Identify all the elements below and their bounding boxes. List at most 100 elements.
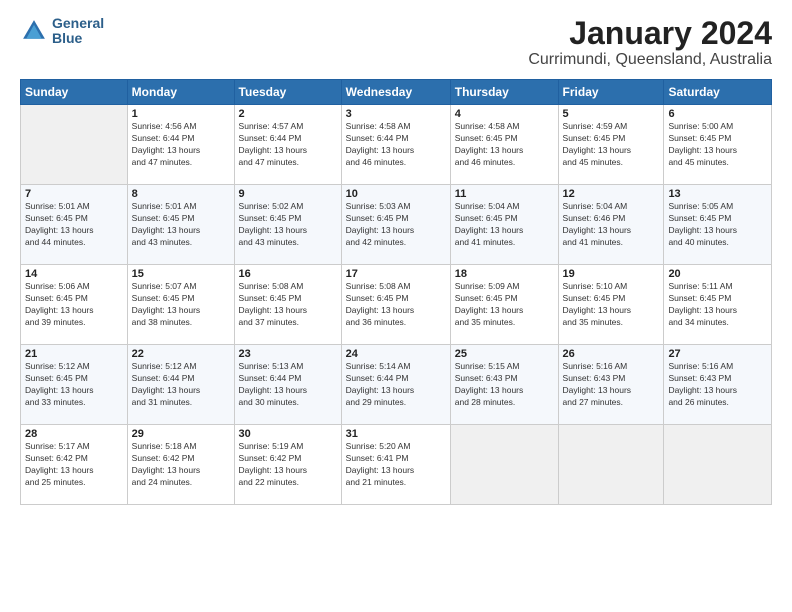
day-info: Sunrise: 5:04 AMSunset: 6:45 PMDaylight:… xyxy=(455,201,554,249)
calendar-cell: 8Sunrise: 5:01 AMSunset: 6:45 PMDaylight… xyxy=(127,185,234,265)
day-number: 25 xyxy=(455,348,554,360)
day-info: Sunrise: 5:16 AMSunset: 6:43 PMDaylight:… xyxy=(563,361,660,409)
page-container: General Blue January 2024 Currimundi, Qu… xyxy=(0,0,792,515)
calendar-cell: 30Sunrise: 5:19 AMSunset: 6:42 PMDayligh… xyxy=(234,425,341,505)
calendar-cell: 7Sunrise: 5:01 AMSunset: 6:45 PMDaylight… xyxy=(21,185,128,265)
weekday-header-sunday: Sunday xyxy=(21,80,128,105)
day-number: 17 xyxy=(346,268,446,280)
calendar-cell: 6Sunrise: 5:00 AMSunset: 6:45 PMDaylight… xyxy=(664,105,772,185)
weekday-header-row: SundayMondayTuesdayWednesdayThursdayFrid… xyxy=(21,80,772,105)
calendar-table: SundayMondayTuesdayWednesdayThursdayFrid… xyxy=(20,79,772,505)
week-row-2: 7Sunrise: 5:01 AMSunset: 6:45 PMDaylight… xyxy=(21,185,772,265)
day-number: 6 xyxy=(668,108,767,120)
calendar-cell: 20Sunrise: 5:11 AMSunset: 6:45 PMDayligh… xyxy=(664,265,772,345)
day-number: 13 xyxy=(668,188,767,200)
day-number: 10 xyxy=(346,188,446,200)
week-row-1: 1Sunrise: 4:56 AMSunset: 6:44 PMDaylight… xyxy=(21,105,772,185)
calendar-cell: 27Sunrise: 5:16 AMSunset: 6:43 PMDayligh… xyxy=(664,345,772,425)
day-number: 12 xyxy=(563,188,660,200)
day-info: Sunrise: 5:04 AMSunset: 6:46 PMDaylight:… xyxy=(563,201,660,249)
calendar-cell: 9Sunrise: 5:02 AMSunset: 6:45 PMDaylight… xyxy=(234,185,341,265)
weekday-header-saturday: Saturday xyxy=(664,80,772,105)
calendar-cell: 12Sunrise: 5:04 AMSunset: 6:46 PMDayligh… xyxy=(558,185,664,265)
day-number: 2 xyxy=(239,108,337,120)
calendar-cell: 11Sunrise: 5:04 AMSunset: 6:45 PMDayligh… xyxy=(450,185,558,265)
calendar-cell: 17Sunrise: 5:08 AMSunset: 6:45 PMDayligh… xyxy=(341,265,450,345)
day-number: 30 xyxy=(239,428,337,440)
day-info: Sunrise: 5:20 AMSunset: 6:41 PMDaylight:… xyxy=(346,441,446,489)
day-info: Sunrise: 5:01 AMSunset: 6:45 PMDaylight:… xyxy=(25,201,123,249)
day-info: Sunrise: 4:58 AMSunset: 6:45 PMDaylight:… xyxy=(455,121,554,169)
day-number: 20 xyxy=(668,268,767,280)
day-number: 14 xyxy=(25,268,123,280)
day-number: 18 xyxy=(455,268,554,280)
day-number: 19 xyxy=(563,268,660,280)
day-info: Sunrise: 5:09 AMSunset: 6:45 PMDaylight:… xyxy=(455,281,554,329)
day-number: 28 xyxy=(25,428,123,440)
day-info: Sunrise: 5:14 AMSunset: 6:44 PMDaylight:… xyxy=(346,361,446,409)
day-number: 3 xyxy=(346,108,446,120)
calendar-cell: 29Sunrise: 5:18 AMSunset: 6:42 PMDayligh… xyxy=(127,425,234,505)
day-number: 27 xyxy=(668,348,767,360)
day-number: 4 xyxy=(455,108,554,120)
weekday-header-wednesday: Wednesday xyxy=(341,80,450,105)
weekday-header-thursday: Thursday xyxy=(450,80,558,105)
day-number: 8 xyxy=(132,188,230,200)
calendar-cell: 19Sunrise: 5:10 AMSunset: 6:45 PMDayligh… xyxy=(558,265,664,345)
sub-title: Currimundi, Queensland, Australia xyxy=(528,51,772,69)
weekday-header-tuesday: Tuesday xyxy=(234,80,341,105)
day-number: 1 xyxy=(132,108,230,120)
day-number: 9 xyxy=(239,188,337,200)
calendar-cell: 2Sunrise: 4:57 AMSunset: 6:44 PMDaylight… xyxy=(234,105,341,185)
calendar-cell: 14Sunrise: 5:06 AMSunset: 6:45 PMDayligh… xyxy=(21,265,128,345)
day-info: Sunrise: 4:59 AMSunset: 6:45 PMDaylight:… xyxy=(563,121,660,169)
day-number: 16 xyxy=(239,268,337,280)
day-info: Sunrise: 5:00 AMSunset: 6:45 PMDaylight:… xyxy=(668,121,767,169)
calendar-cell: 1Sunrise: 4:56 AMSunset: 6:44 PMDaylight… xyxy=(127,105,234,185)
calendar-cell: 24Sunrise: 5:14 AMSunset: 6:44 PMDayligh… xyxy=(341,345,450,425)
calendar-cell: 18Sunrise: 5:09 AMSunset: 6:45 PMDayligh… xyxy=(450,265,558,345)
day-info: Sunrise: 5:05 AMSunset: 6:45 PMDaylight:… xyxy=(668,201,767,249)
day-number: 7 xyxy=(25,188,123,200)
day-info: Sunrise: 5:12 AMSunset: 6:45 PMDaylight:… xyxy=(25,361,123,409)
calendar-cell xyxy=(21,105,128,185)
day-info: Sunrise: 5:02 AMSunset: 6:45 PMDaylight:… xyxy=(239,201,337,249)
day-info: Sunrise: 5:07 AMSunset: 6:45 PMDaylight:… xyxy=(132,281,230,329)
weekday-header-friday: Friday xyxy=(558,80,664,105)
calendar-cell: 31Sunrise: 5:20 AMSunset: 6:41 PMDayligh… xyxy=(341,425,450,505)
day-number: 23 xyxy=(239,348,337,360)
day-info: Sunrise: 5:16 AMSunset: 6:43 PMDaylight:… xyxy=(668,361,767,409)
calendar-cell: 26Sunrise: 5:16 AMSunset: 6:43 PMDayligh… xyxy=(558,345,664,425)
weekday-header-monday: Monday xyxy=(127,80,234,105)
calendar-cell: 22Sunrise: 5:12 AMSunset: 6:44 PMDayligh… xyxy=(127,345,234,425)
header: General Blue January 2024 Currimundi, Qu… xyxy=(20,16,772,69)
day-info: Sunrise: 5:13 AMSunset: 6:44 PMDaylight:… xyxy=(239,361,337,409)
day-info: Sunrise: 5:15 AMSunset: 6:43 PMDaylight:… xyxy=(455,361,554,409)
day-number: 15 xyxy=(132,268,230,280)
calendar-cell: 3Sunrise: 4:58 AMSunset: 6:44 PMDaylight… xyxy=(341,105,450,185)
week-row-3: 14Sunrise: 5:06 AMSunset: 6:45 PMDayligh… xyxy=(21,265,772,345)
day-info: Sunrise: 5:18 AMSunset: 6:42 PMDaylight:… xyxy=(132,441,230,489)
calendar-cell xyxy=(450,425,558,505)
day-info: Sunrise: 5:10 AMSunset: 6:45 PMDaylight:… xyxy=(563,281,660,329)
day-info: Sunrise: 4:57 AMSunset: 6:44 PMDaylight:… xyxy=(239,121,337,169)
calendar-cell: 21Sunrise: 5:12 AMSunset: 6:45 PMDayligh… xyxy=(21,345,128,425)
day-number: 31 xyxy=(346,428,446,440)
day-number: 26 xyxy=(563,348,660,360)
day-info: Sunrise: 4:58 AMSunset: 6:44 PMDaylight:… xyxy=(346,121,446,169)
day-number: 11 xyxy=(455,188,554,200)
calendar-cell xyxy=(664,425,772,505)
calendar-cell: 28Sunrise: 5:17 AMSunset: 6:42 PMDayligh… xyxy=(21,425,128,505)
day-info: Sunrise: 5:11 AMSunset: 6:45 PMDaylight:… xyxy=(668,281,767,329)
calendar-cell: 10Sunrise: 5:03 AMSunset: 6:45 PMDayligh… xyxy=(341,185,450,265)
logo: General Blue xyxy=(20,16,104,47)
calendar-cell: 15Sunrise: 5:07 AMSunset: 6:45 PMDayligh… xyxy=(127,265,234,345)
day-info: Sunrise: 5:19 AMSunset: 6:42 PMDaylight:… xyxy=(239,441,337,489)
calendar-cell: 5Sunrise: 4:59 AMSunset: 6:45 PMDaylight… xyxy=(558,105,664,185)
day-info: Sunrise: 5:08 AMSunset: 6:45 PMDaylight:… xyxy=(346,281,446,329)
day-info: Sunrise: 5:06 AMSunset: 6:45 PMDaylight:… xyxy=(25,281,123,329)
calendar-cell: 13Sunrise: 5:05 AMSunset: 6:45 PMDayligh… xyxy=(664,185,772,265)
day-number: 29 xyxy=(132,428,230,440)
calendar-cell: 25Sunrise: 5:15 AMSunset: 6:43 PMDayligh… xyxy=(450,345,558,425)
week-row-4: 21Sunrise: 5:12 AMSunset: 6:45 PMDayligh… xyxy=(21,345,772,425)
